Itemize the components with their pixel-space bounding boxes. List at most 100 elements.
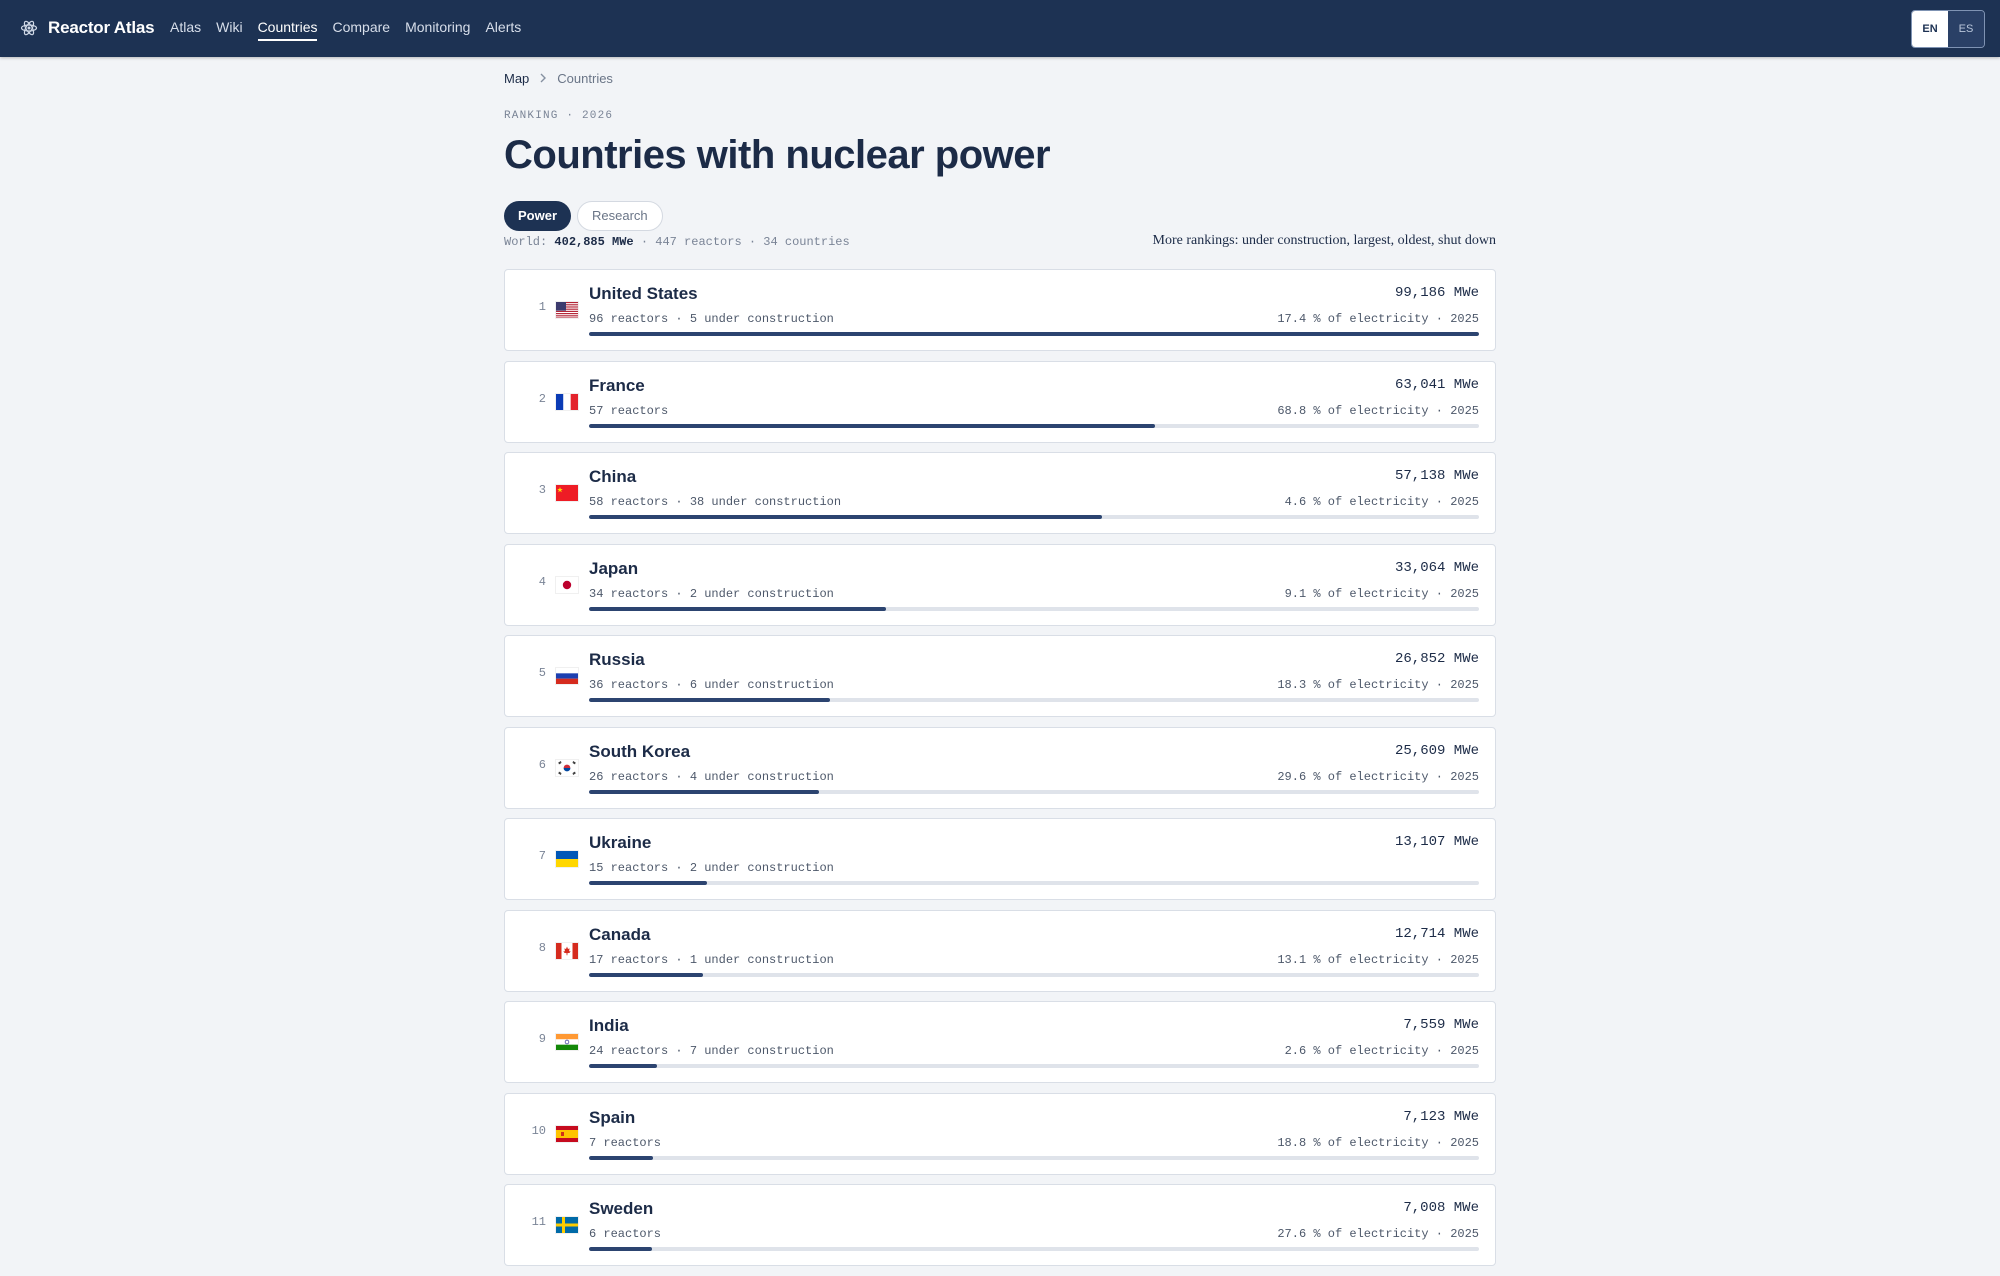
country-row[interactable]: 4 Japan 33,064 MWe 34 reactors · 2 under co… (504, 543, 1496, 626)
capacity-bar-track (589, 423, 1479, 428)
capacity-bar-fill (589, 698, 830, 702)
capacity-bar-fill (589, 332, 1479, 336)
nav-atlas[interactable]: Atlas (170, 0, 201, 57)
capacity-mwe: 12,714 MWe (1394, 925, 1479, 942)
capacity-bar-fill (589, 881, 707, 885)
world-prefix: World: (504, 235, 555, 249)
flag-jp-icon (556, 576, 578, 593)
country-row[interactable]: 5 Russia 26,852 MWe 36 reactors · 6 under c… (504, 635, 1496, 717)
brand[interactable]: Reactor Atlas (20, 15, 155, 41)
capacity-mwe: 7,123 MWe (1403, 1108, 1479, 1125)
flag-ua-icon (556, 851, 578, 867)
nav-monitoring[interactable]: Monitoring (405, 0, 470, 57)
capacity-bar-track (589, 515, 1479, 519)
electricity-share: 27.6 % of electricity · 2025 (1277, 1227, 1479, 1241)
capacity-bar-fill (589, 515, 1102, 519)
lang-en-button[interactable]: EN (1912, 11, 1948, 47)
flag-kr-icon (556, 759, 578, 776)
capacity-mwe: 7,008 MWe (1403, 1200, 1479, 1216)
capacity-bar-fill (589, 423, 1155, 428)
chevron-right-icon (539, 72, 547, 86)
capacity-mwe: 25,609 MWe (1394, 742, 1479, 759)
reactor-count: 6 reactors (589, 1227, 662, 1241)
electricity-share: 18.3 % of electricity · 2025 (1277, 678, 1479, 692)
ranking-tabs: Power Research (504, 201, 669, 231)
capacity-bar-fill (589, 1155, 653, 1160)
flag-in-icon (556, 1034, 578, 1050)
electricity-share: 13.1 % of electricity · 2025 (1277, 952, 1479, 967)
more-rankings-link[interactable]: More rankings: under construction, large… (1153, 233, 1496, 249)
breadcrumb-map-link[interactable]: Map (504, 71, 529, 86)
world-total-mwe: 402,885 MWe (554, 235, 634, 249)
rank-number: 5 (538, 666, 546, 680)
capacity-bar-track (589, 972, 1479, 977)
country-name: Canada (589, 924, 651, 944)
reactor-count: 36 reactors · 6 under construction (589, 678, 834, 692)
tab-research[interactable]: Research (577, 201, 663, 231)
country-row[interactable]: 6 South Korea 25,609 MWe 26 reactors · 4 un… (504, 726, 1496, 809)
country-name: Ukraine (589, 833, 652, 852)
flag-se-icon (556, 1217, 578, 1233)
country-row[interactable]: 10 Spain 7,123 MWe 7 reactors 18.8 % of elec… (504, 1092, 1496, 1175)
nav-wiki[interactable]: Wiki (216, 0, 242, 57)
country-name: United States (589, 284, 698, 303)
country-name: South Korea (589, 741, 691, 761)
nav-compare[interactable]: Compare (332, 0, 390, 57)
electricity-share: 4.6 % of electricity · 2025 (1284, 495, 1479, 509)
rank-number: 6 (538, 757, 546, 772)
flag-cn-icon (556, 485, 578, 501)
page-title: Countries with nuclear power (504, 133, 1051, 177)
top-navbar: Reactor Atlas Atlas Wiki Countries Compa… (0, 0, 2000, 57)
electricity-share: 2.6 % of electricity · 2025 (1284, 1044, 1479, 1058)
electricity-share: 29.6 % of electricity · 2025 (1277, 769, 1479, 784)
rank-number: 9 (538, 1032, 546, 1046)
reactor-count: 17 reactors · 1 under construction (589, 952, 834, 967)
world-rest: · 447 reactors · 34 countries (633, 235, 850, 249)
country-name: India (589, 1016, 629, 1035)
app-name: Reactor Atlas (48, 18, 155, 37)
country-row[interactable]: 8 Canada 12,714 MWe 17 reactors · 1 under c… (504, 909, 1496, 992)
country-row[interactable]: 2 France 63,041 MWe 57 reactors 68.8 % of el… (504, 360, 1496, 443)
country-row[interactable]: 11 Sweden 7,008 MWe 6 reactors 27.6 % of ele… (504, 1184, 1496, 1266)
capacity-mwe: 26,852 MWe (1394, 651, 1479, 667)
reactor-count: 58 reactors · 38 under construction (589, 495, 842, 509)
capacity-mwe: 63,041 MWe (1394, 376, 1479, 393)
country-name: China (589, 467, 637, 486)
rank-number: 7 (538, 849, 546, 863)
capacity-mwe: 99,186 MWe (1394, 285, 1479, 301)
nav-countries[interactable]: Countries (257, 0, 317, 57)
rank-number: 10 (531, 1123, 546, 1138)
main-nav: Atlas Wiki Countries Compare Monitoring … (170, 0, 536, 57)
reactor-count: 26 reactors · 4 under construction (589, 769, 834, 784)
capacity-bar-track (589, 881, 1479, 885)
capacity-bar-fill (589, 606, 886, 611)
capacity-bar-fill (589, 972, 704, 977)
rank-number: 1 (538, 300, 546, 314)
breadcrumb: Map Countries (504, 71, 613, 86)
rank-number: 11 (531, 1215, 546, 1229)
rank-number: 3 (538, 483, 546, 497)
capacity-bar-fill (589, 1247, 652, 1251)
tab-power[interactable]: Power (504, 201, 572, 231)
rank-number: 4 (538, 574, 546, 589)
capacity-bar-track (589, 789, 1479, 794)
reactor-count: 96 reactors · 5 under construction (589, 312, 834, 326)
reactor-count: 24 reactors · 7 under construction (589, 1044, 834, 1058)
atom-icon (20, 20, 38, 36)
country-row[interactable]: 3 China 57,138 MWe 58 reactors · 38 under c… (504, 452, 1496, 534)
capacity-bar-track (589, 332, 1479, 336)
lang-es-button[interactable]: ES (1948, 11, 1984, 47)
flag-ru-icon (556, 668, 578, 684)
country-name: Spain (589, 1107, 636, 1127)
country-row[interactable]: 1 United States 99,186 MWe 96 reactors · 5 … (504, 269, 1496, 351)
capacity-mwe: 7,559 MWe (1403, 1017, 1479, 1033)
capacity-mwe: 13,107 MWe (1394, 834, 1479, 850)
country-row[interactable]: 7 Ukraine 13,107 MWe 15 reactors · 2 under … (504, 818, 1496, 900)
country-row[interactable]: 9 India 7,559 MWe 24 reactors · 7 under con… (504, 1001, 1496, 1083)
reactor-count: 34 reactors · 2 under construction (589, 586, 834, 601)
page-eyebrow: RANKING · 2026 (504, 110, 614, 122)
nav-alerts[interactable]: Alerts (485, 0, 521, 57)
language-switcher: EN ES (1911, 10, 1985, 48)
breadcrumb-current: Countries (557, 71, 613, 86)
country-name: Japan (589, 558, 639, 578)
